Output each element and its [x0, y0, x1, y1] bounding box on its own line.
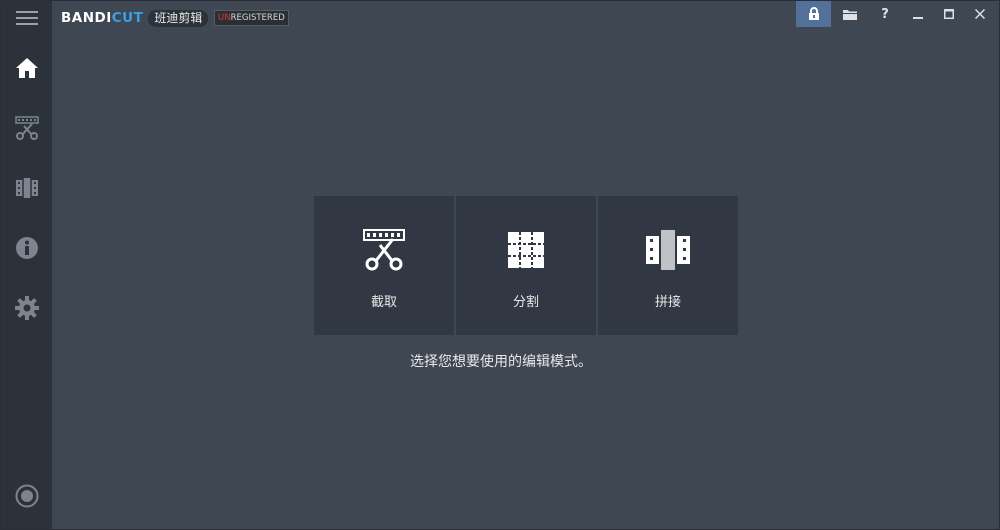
registration-badge[interactable]: UNREGISTERED	[214, 10, 289, 26]
sidebar	[1, 1, 52, 529]
folder-icon	[843, 9, 857, 20]
sidebar-item-record[interactable]	[1, 474, 52, 518]
info-icon	[15, 237, 38, 259]
close-button[interactable]	[963, 1, 997, 27]
sidebar-item-trim[interactable]	[1, 106, 52, 150]
main-content: 截取 分割 拼接 选择您想要使用的编辑模式。	[52, 35, 999, 529]
help-icon: ?	[881, 6, 889, 22]
sidebar-item-join[interactable]	[1, 166, 52, 210]
join-icon	[15, 178, 38, 198]
join-icon	[646, 230, 690, 270]
app-logo: BANDI CUT 班迪剪辑	[61, 9, 209, 27]
menu-icon	[15, 11, 38, 25]
maximize-icon	[944, 9, 954, 19]
mode-prompt: 选择您想要使用的编辑模式。	[410, 354, 592, 370]
open-folder-button[interactable]	[833, 1, 867, 27]
app-window: BANDI CUT 班迪剪辑 UNREGISTERED ? 截取 分割 拼接 选…	[0, 0, 1000, 530]
lock-button[interactable]	[796, 1, 831, 27]
minimize-icon	[913, 17, 923, 19]
brand-name-part2: CUT	[111, 10, 144, 26]
close-icon	[975, 9, 985, 19]
settings-icon	[14, 296, 39, 320]
sidebar-item-settings[interactable]	[1, 286, 52, 330]
record-icon	[15, 484, 38, 508]
split-mode-label: 分割	[512, 295, 539, 310]
trim-mode-label: 截取	[370, 295, 397, 310]
sidebar-item-info[interactable]	[1, 226, 52, 270]
minimize-button[interactable]	[901, 1, 935, 27]
menu-button[interactable]	[1, 1, 52, 35]
trim-icon	[14, 116, 39, 140]
brand-name-part1: BANDI	[61, 10, 112, 26]
registration-badge-rest: REGISTERED	[230, 13, 285, 23]
split-mode-card[interactable]: 分割	[456, 196, 596, 335]
mode-cards: 截取 分割 拼接	[314, 196, 738, 335]
registration-badge-un: UN	[218, 13, 231, 23]
split-icon	[508, 232, 544, 268]
maximize-button[interactable]	[932, 1, 966, 27]
join-mode-label: 拼接	[654, 295, 681, 310]
join-mode-card[interactable]: 拼接	[598, 196, 738, 335]
brand-name-cn: 班迪剪辑	[148, 9, 209, 27]
help-button[interactable]: ?	[868, 1, 902, 27]
trim-mode-card[interactable]: 截取	[314, 196, 454, 335]
trim-icon	[363, 229, 405, 271]
home-icon	[15, 58, 38, 78]
sidebar-item-home[interactable]	[1, 46, 52, 90]
lock-icon	[808, 7, 819, 20]
